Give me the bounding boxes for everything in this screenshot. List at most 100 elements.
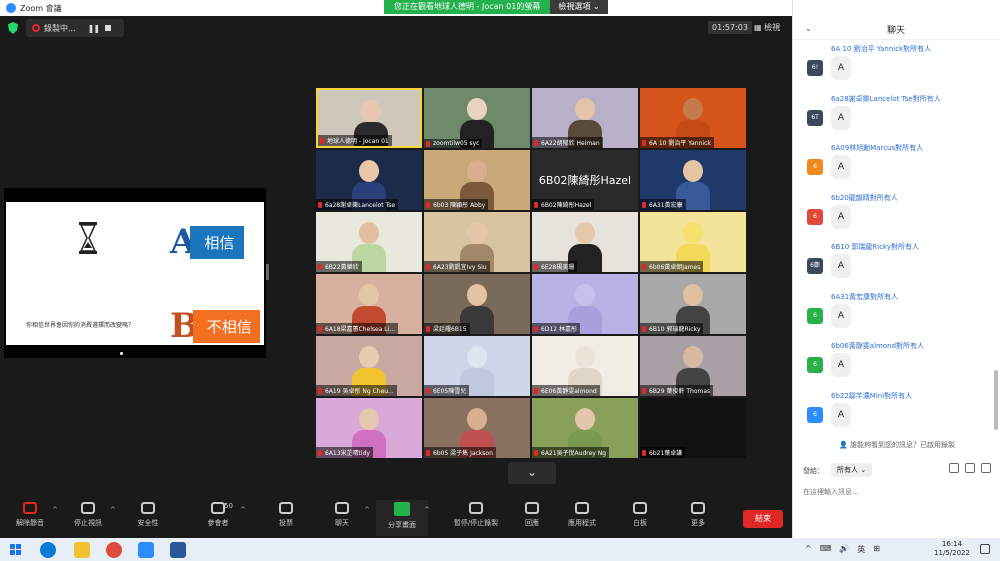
tray-icon[interactable]: ⌨ <box>820 544 832 555</box>
edge-browser-icon[interactable] <box>40 542 56 558</box>
head <box>683 408 703 430</box>
chevron-up-icon[interactable]: ^ <box>364 506 370 514</box>
chat-notice[interactable]: 👤 誰能夠看到您的訊息？已啟用錄製 <box>793 440 1000 450</box>
chat-message: 6A09林旭勳Marcus對所有人 6 A <box>793 141 1000 191</box>
participant-tile[interactable]: 6A31黃宏康 <box>640 150 746 210</box>
windows-start-icon[interactable] <box>10 544 21 555</box>
participant-tile[interactable]: 6A 10 劉治平 Yannick <box>640 88 746 148</box>
file-icon[interactable] <box>949 463 959 473</box>
muted-mic-icon <box>534 325 538 332</box>
participant-name-tag: 6b05 梁子雋 Jackson <box>424 447 496 458</box>
emoji-icon[interactable] <box>965 463 975 473</box>
participant-name: 6b21葉卓謙 <box>649 450 683 457</box>
pause-recording-icon[interactable]: ❚❚ <box>88 24 100 33</box>
participant-name-tag: 6D12 林嘉彤 <box>532 323 580 334</box>
tray-icon[interactable]: 英 <box>857 544 865 555</box>
participant-tile[interactable]: 6E06黃靜雯almond <box>532 336 638 396</box>
participant-name: 6A13宋芷晴tidy <box>325 450 370 457</box>
participant-tile[interactable]: 6b05 梁子雋 Jackson <box>424 398 530 458</box>
participant-tile[interactable]: 6b06黃卓朗James <box>640 212 746 272</box>
participant-tile[interactable]: 6E28楊美珊 <box>532 212 638 272</box>
muted-mic-icon <box>534 449 538 456</box>
share-screen-button[interactable]: 分享畫面 <box>376 500 428 536</box>
participant-tile[interactable]: zoomtilw05 syc <box>424 88 530 148</box>
tray-icon[interactable]: ⊞ <box>873 544 880 555</box>
zoom-taskbar-icon[interactable] <box>138 542 154 558</box>
view-button[interactable]: ▦ 檢視 <box>754 22 780 33</box>
meeting-toolbar: 結束 解除靜音 ^ 停止視訊 ^ 安全性 50 參會者 ^ 投票 聊天 ^ 分享畫面 ^ 暫停/停止錄製 回… <box>0 498 792 538</box>
shield-button[interactable]: 安全性 <box>122 502 174 528</box>
head <box>467 408 487 430</box>
participant-tile[interactable]: 6a28謝卓樂Lancelot Tse <box>316 150 422 210</box>
toolbar-label: 回應 <box>525 519 539 527</box>
video-camera-button[interactable]: 停止視訊 <box>62 502 114 528</box>
participant-tile[interactable]: 6A22胡郁欣 Heiman <box>532 88 638 148</box>
split-view-handle[interactable] <box>266 264 269 280</box>
more-options-icon[interactable] <box>981 463 991 473</box>
participant-tile[interactable]: 6b21葉卓謙 <box>640 398 746 458</box>
reactions-button[interactable]: 回應 <box>506 502 558 528</box>
chevron-up-icon[interactable]: ^ <box>424 506 430 514</box>
head <box>467 222 487 244</box>
word-app-icon[interactable] <box>170 542 186 558</box>
taskbar-clock[interactable]: 16:14 11/5/2022 <box>930 540 974 558</box>
chat-input[interactable] <box>803 484 991 500</box>
participant-tile[interactable]: 6A21吳子悅Audrey Ng <box>532 398 638 458</box>
participant-tile[interactable]: 6b03 陳穎彤 Abby <box>424 150 530 210</box>
muted-mic-icon <box>318 325 322 332</box>
pause-record-button[interactable]: 暫停/停止錄製 <box>444 502 508 528</box>
chat-message-list[interactable]: 6A 10 劉治平 Yannick對所有人 6! A 6a28謝卓樂Lancelot … <box>793 42 1000 440</box>
participant-tile[interactable]: 6B29 葉俊軒 Thomas <box>640 336 746 396</box>
chat-sender: 6A09林旭勳Marcus對所有人 <box>831 144 924 152</box>
participant-name-tag: 6B29 葉俊軒 Thomas <box>640 385 714 396</box>
tray-icon[interactable]: 🔊 <box>839 544 849 555</box>
chat-button[interactable]: 聊天 <box>316 502 368 528</box>
end-meeting-button[interactable]: 結束 <box>743 510 783 528</box>
chevron-up-icon[interactable]: ^ <box>110 506 116 514</box>
participant-name-tag: 6b06黃卓朗James <box>640 261 704 272</box>
view-options-dropdown[interactable]: 檢視選項 ⌄ <box>550 0 608 14</box>
muted-mic-icon <box>642 387 646 394</box>
participant-tile[interactable]: 6E05陳雪兒 <box>424 336 530 396</box>
participants-button[interactable]: 50 參會者 <box>192 502 244 528</box>
tray-icon[interactable]: ^ <box>805 544 812 555</box>
participant-name: 6B02陳綺彤Hazel <box>541 202 592 209</box>
toolbar-label: 分享畫面 <box>388 521 416 529</box>
view-label: 檢視 <box>764 23 781 32</box>
chevron-up-icon[interactable]: ^ <box>240 506 246 514</box>
participant-tile[interactable]: 6B10 郭瑞龍Ricky <box>640 274 746 334</box>
chat-scrollbar[interactable] <box>994 370 998 430</box>
participant-name-tag: 地球人德明 - Jocan 01 <box>318 135 392 146</box>
participant-name: 6B22黃樂欣 <box>325 264 359 271</box>
participant-tile[interactable]: 6A23劉凱宜Ivy Siu <box>424 212 530 272</box>
muted-mic-icon <box>534 387 538 394</box>
chat-title: 聊天 <box>887 26 906 36</box>
muted-mic-icon <box>642 449 646 456</box>
more-icon <box>691 502 705 514</box>
poll-button[interactable]: 投票 <box>260 502 312 528</box>
chat-collapse-icon[interactable]: ⌄ <box>805 24 812 33</box>
chevron-up-icon[interactable]: ^ <box>52 506 58 514</box>
head <box>683 284 703 306</box>
option-b: B 不相信 <box>170 306 260 346</box>
chrome-browser-icon[interactable] <box>106 542 122 558</box>
participant-tile[interactable]: 6B22黃樂欣 <box>316 212 422 272</box>
whiteboard-button[interactable]: 白板 <box>614 502 666 528</box>
participant-tile[interactable]: 梁廷耀6B15 <box>424 274 530 334</box>
more-button[interactable]: 更多 <box>672 502 724 528</box>
slide-page-dot <box>120 352 123 355</box>
participant-tile[interactable]: 6A18梁嘉蕙Chelsea Li... <box>316 274 422 334</box>
encryption-shield-icon[interactable] <box>8 22 18 34</box>
participant-tile[interactable]: 6A13宋芷晴tidy <box>316 398 422 458</box>
participant-tile[interactable]: 地球人德明 - Jocan 01 <box>316 88 422 148</box>
send-to-dropdown[interactable]: 所有人 ⌄ <box>831 463 873 477</box>
stop-recording-icon[interactable] <box>105 25 112 31</box>
participant-tile[interactable]: 6B02陳綺彤Hazel 6B02陳綺彤Hazel <box>532 150 638 210</box>
mic-muted-button[interactable]: 解除靜音 <box>4 502 56 528</box>
file-explorer-icon[interactable] <box>74 542 90 558</box>
apps-button[interactable]: 應用程式 <box>556 502 608 528</box>
notification-icon[interactable] <box>980 544 990 554</box>
gallery-page-down-button[interactable]: ⌄ <box>508 462 556 484</box>
participant-tile[interactable]: 6D12 林嘉彤 <box>532 274 638 334</box>
participant-tile[interactable]: 6A19 吳卓彤 Ng Cheu... <box>316 336 422 396</box>
